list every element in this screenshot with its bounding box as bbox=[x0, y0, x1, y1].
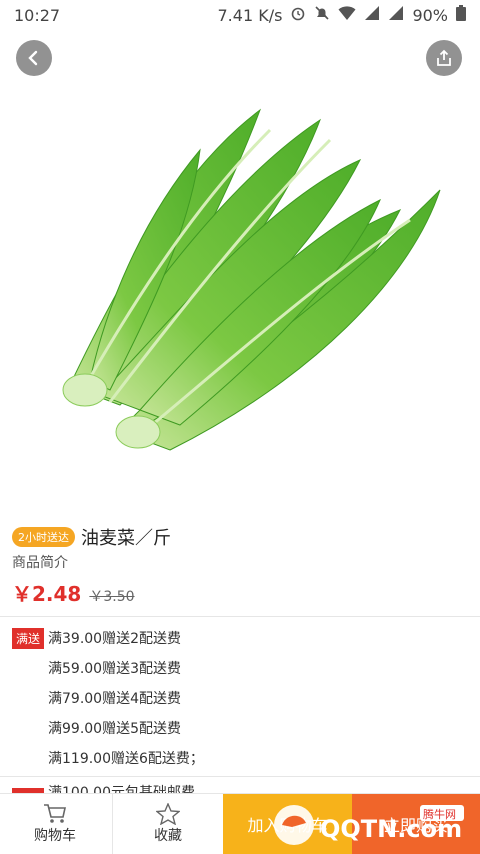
promotion-line: 满79.00赠送4配送费 bbox=[48, 691, 181, 707]
signal-icon bbox=[388, 5, 404, 25]
promotion-line: 满119.00赠送6配送费； bbox=[48, 751, 204, 767]
promotion-line: 满59.00赠送3配送费 bbox=[48, 661, 181, 677]
promotion-line: 满99.00赠送5配送费 bbox=[48, 721, 181, 737]
back-button[interactable] bbox=[16, 40, 52, 76]
watermark: QQTN.com 腾牛网 bbox=[272, 799, 472, 847]
price-row: ￥2.48 ￥3.50 bbox=[12, 578, 135, 607]
battery-percent: 90% bbox=[412, 5, 448, 25]
divider bbox=[0, 776, 480, 777]
status-bar: 10:27 7.41 K/s 90% bbox=[0, 0, 480, 30]
cart-tab[interactable]: 购物车 bbox=[0, 794, 110, 854]
share-button[interactable] bbox=[426, 40, 462, 76]
chevron-left-icon bbox=[28, 50, 38, 66]
original-price: ￥3.50 bbox=[89, 589, 135, 605]
product-intro-link[interactable]: 商品简介 bbox=[12, 552, 68, 572]
status-right: 7.41 K/s 90% bbox=[217, 5, 466, 25]
product-title: 油麦菜／斤 bbox=[81, 528, 171, 549]
watermark-logo: QQTN.com 腾牛网 bbox=[274, 805, 464, 845]
wifi-icon bbox=[338, 5, 356, 25]
favorite-tab[interactable]: 收藏 bbox=[112, 794, 223, 854]
title-row: 2小时送达 油麦菜／斤 bbox=[12, 524, 171, 550]
cart-label: 购物车 bbox=[34, 828, 76, 844]
signal-icon bbox=[364, 5, 380, 25]
battery-icon bbox=[456, 5, 466, 25]
share-icon bbox=[437, 49, 451, 66]
star-icon bbox=[156, 803, 180, 825]
favorite-label: 收藏 bbox=[154, 828, 182, 844]
mute-icon bbox=[314, 5, 330, 25]
delivery-badge: 2小时送达 bbox=[12, 527, 75, 547]
network-speed: 7.41 K/s bbox=[217, 5, 283, 25]
divider bbox=[0, 616, 480, 617]
promotion-line: 满39.00赠送2配送费 bbox=[48, 631, 181, 647]
cart-icon bbox=[44, 804, 66, 823]
current-price: ￥2.48 bbox=[12, 582, 82, 606]
svg-text:腾牛网: 腾牛网 bbox=[423, 807, 456, 821]
alarm-icon bbox=[290, 5, 306, 25]
lettuce-image bbox=[62, 108, 441, 451]
promotion-tag: 满送 bbox=[12, 628, 45, 649]
product-image bbox=[0, 30, 480, 510]
status-time: 10:27 bbox=[14, 5, 61, 25]
